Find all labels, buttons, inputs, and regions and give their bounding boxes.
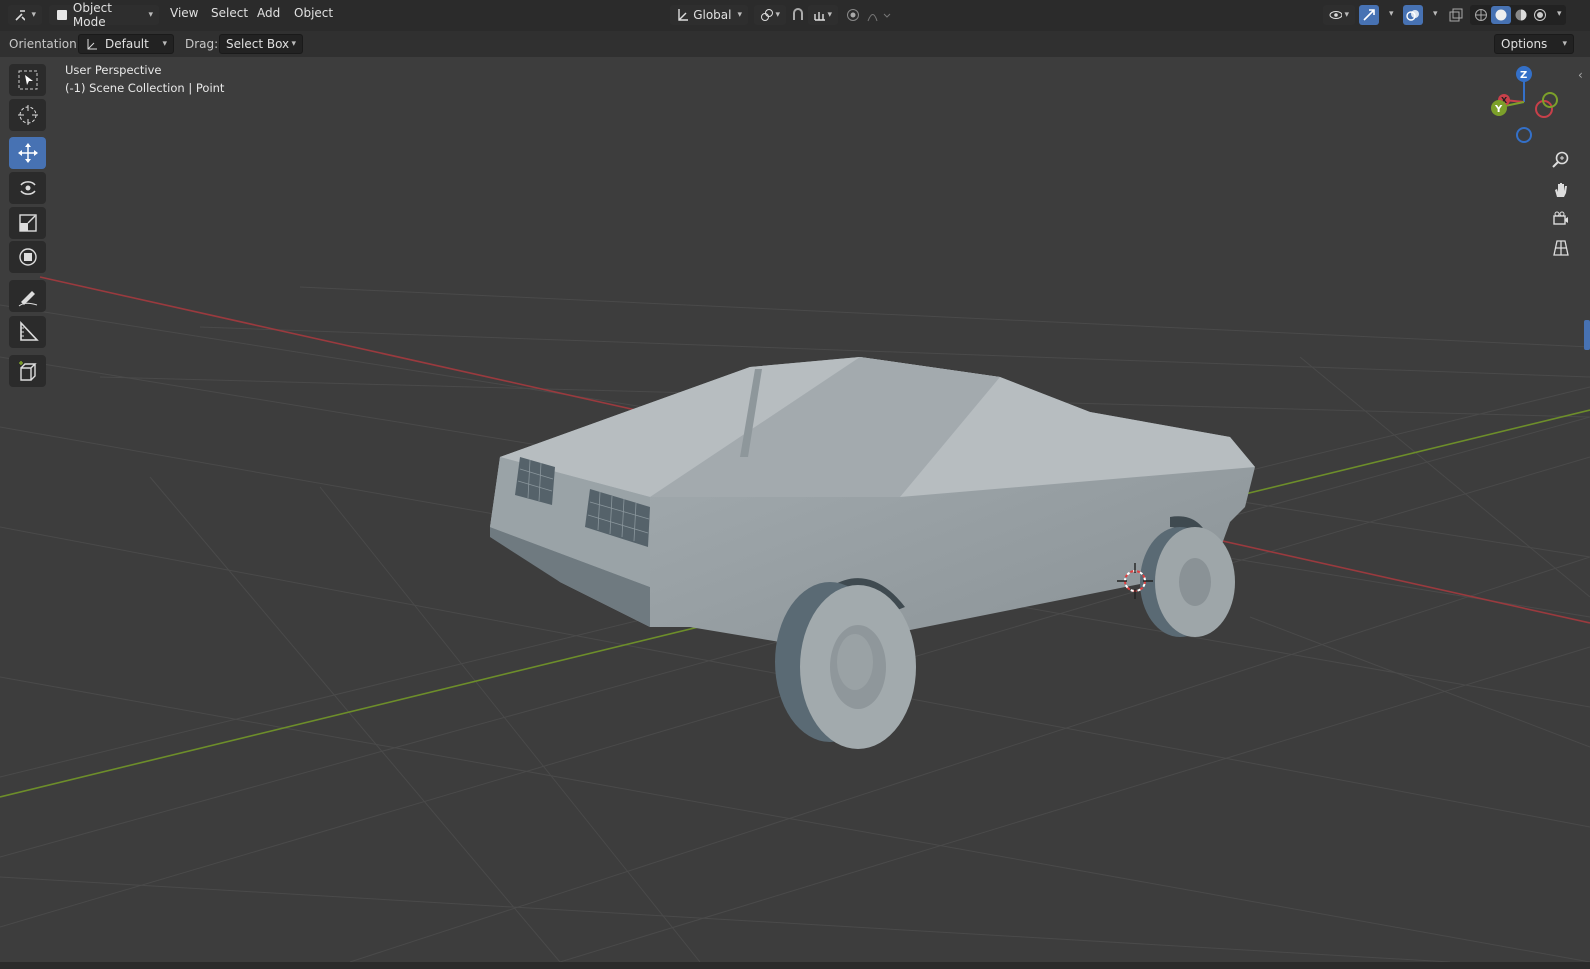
zoom-button[interactable] bbox=[1548, 147, 1574, 173]
falloff-dropdown-icon[interactable] bbox=[866, 7, 894, 23]
visibility-dropdown[interactable]: ▾ bbox=[1323, 5, 1355, 25]
snap-increment-icon bbox=[814, 12, 826, 21]
camera-icon bbox=[1553, 211, 1568, 225]
measure-icon bbox=[19, 321, 39, 341]
overlays-dropdown-caret[interactable]: ▾ bbox=[1433, 9, 1438, 19]
transform-orientation-dropdown[interactable]: Global ▾ bbox=[670, 5, 748, 25]
scene-canvas[interactable] bbox=[0, 57, 1590, 962]
viewport-header: ▾ Object Mode ▾ View Select Add Object G… bbox=[0, 0, 1590, 32]
3d-viewport[interactable]: User Perspective (-1) Scene Collection |… bbox=[0, 57, 1590, 962]
menu-view[interactable]: View bbox=[170, 6, 198, 20]
snap-target-dropdown[interactable]: ▾ bbox=[808, 5, 838, 25]
navigation-gizmo[interactable]: Z X Y bbox=[1490, 62, 1570, 147]
orientation-dropdown[interactable]: Default ▾ bbox=[78, 34, 174, 54]
move-icon bbox=[17, 143, 38, 163]
wireframe-shading-icon[interactable] bbox=[1472, 7, 1490, 23]
sidebar-toggle-icon[interactable]: ‹ bbox=[1578, 68, 1583, 82]
pivot-icon bbox=[761, 9, 773, 21]
xray-toggle-icon[interactable] bbox=[1448, 7, 1464, 23]
menu-add[interactable]: Add bbox=[257, 6, 280, 20]
car-model[interactable] bbox=[490, 357, 1255, 749]
status-bar bbox=[0, 962, 1590, 969]
gizmo-neg-z[interactable] bbox=[1516, 127, 1532, 143]
perspective-toggle-button[interactable] bbox=[1548, 235, 1574, 261]
editor-type-icon bbox=[15, 10, 26, 21]
pivot-dropdown[interactable]: ▾ bbox=[754, 5, 786, 25]
rotate-icon bbox=[19, 181, 36, 195]
collection-info-label: (-1) Scene Collection | Point bbox=[65, 81, 225, 95]
grid-perspective-icon bbox=[1553, 240, 1569, 256]
mode-dropdown[interactable]: Object Mode ▾ bbox=[49, 1, 159, 29]
measure-tool[interactable] bbox=[9, 316, 46, 348]
annotate-icon bbox=[18, 291, 37, 307]
transform-icon bbox=[18, 248, 37, 266]
select-box-tool[interactable] bbox=[9, 64, 46, 96]
editor-type-button[interactable]: ▾ bbox=[8, 5, 42, 25]
drag-field-label: Drag: bbox=[185, 37, 219, 51]
drag-value: Select Box bbox=[226, 37, 290, 51]
proportional-editing-icon[interactable] bbox=[845, 7, 861, 23]
rotate-tool[interactable] bbox=[9, 172, 46, 204]
options-dropdown[interactable]: Options ▾ bbox=[1494, 34, 1574, 54]
eye-icon bbox=[1329, 11, 1343, 19]
menu-object[interactable]: Object bbox=[294, 6, 333, 20]
select-box-icon bbox=[18, 70, 37, 90]
add-cube-tool[interactable] bbox=[9, 355, 46, 387]
cursor-tool[interactable] bbox=[9, 99, 46, 131]
options-label: Options bbox=[1501, 37, 1548, 51]
orientation-field-label: Orientation: bbox=[9, 37, 81, 51]
overlays-toggle-icon[interactable] bbox=[1403, 5, 1423, 25]
gizmo-dropdown-caret[interactable]: ▾ bbox=[1389, 9, 1394, 19]
material-shading-icon[interactable] bbox=[1512, 7, 1530, 23]
object-mode-icon bbox=[57, 10, 67, 20]
shading-mode-group: ▾ bbox=[1470, 5, 1566, 25]
snap-toggle-icon[interactable] bbox=[790, 7, 806, 23]
tool-settings-header: Orientation: Default ▾ Drag: Select Box … bbox=[0, 31, 1590, 57]
right-region-handle[interactable] bbox=[1584, 320, 1590, 350]
zoom-icon bbox=[1552, 151, 1569, 168]
shading-dropdown-caret[interactable]: ▾ bbox=[1557, 9, 1562, 19]
scale-tool[interactable] bbox=[9, 207, 46, 239]
mode-label: Object Mode bbox=[72, 1, 112, 29]
orientation-icon bbox=[678, 9, 689, 21]
rendered-shading-icon[interactable] bbox=[1531, 7, 1549, 23]
hand-icon bbox=[1555, 183, 1567, 197]
camera-view-button[interactable] bbox=[1548, 206, 1574, 232]
drag-dropdown[interactable]: Select Box ▾ bbox=[219, 34, 303, 54]
pan-button[interactable] bbox=[1548, 177, 1574, 203]
gizmo-z-label: Z bbox=[1520, 70, 1527, 81]
gizmo-toggle-icon[interactable] bbox=[1359, 5, 1379, 25]
move-tool[interactable] bbox=[9, 137, 46, 169]
orientation-value: Default bbox=[105, 37, 149, 51]
orientation-gizmo-icon bbox=[87, 39, 97, 50]
scale-icon bbox=[18, 214, 37, 232]
gizmo-y-label: Y bbox=[1494, 104, 1503, 115]
solid-shading-icon[interactable] bbox=[1491, 6, 1511, 24]
menu-select[interactable]: Select bbox=[211, 6, 248, 20]
add-cube-icon bbox=[18, 361, 37, 381]
orientation-label: Global bbox=[693, 8, 732, 22]
view-name-label: User Perspective bbox=[65, 63, 162, 77]
transform-tool[interactable] bbox=[9, 241, 46, 273]
annotate-tool[interactable] bbox=[9, 280, 46, 312]
cursor-icon bbox=[17, 105, 38, 125]
